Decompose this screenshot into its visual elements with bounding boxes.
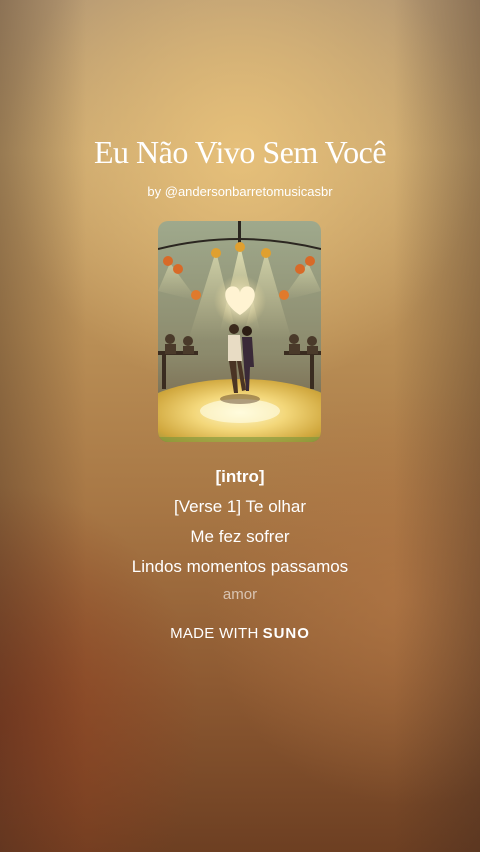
lyric-line: Lindos momentos passamos <box>131 557 349 576</box>
dancing-couple-artwork-icon <box>158 221 321 442</box>
lyric-line: [Verse 1] Te olhar <box>174 497 306 516</box>
made-with-suno-link[interactable]: MADE WITH SUNO <box>0 625 480 642</box>
song-title: Eu Não Vivo Sem Você <box>93 134 387 170</box>
lyrics-panel: [intro] [Verse 1] Te olhar Me fez sofrer… <box>0 462 480 608</box>
lyric-line: Me fez sofrer <box>190 527 290 546</box>
artist-byline[interactable]: by @andersonbarretomusicasbr <box>0 184 480 199</box>
lyric-line-upcoming: amor <box>222 586 258 603</box>
lyric-line-current: [intro] <box>215 467 265 486</box>
made-with-label: MADE WITH <box>170 625 259 642</box>
suno-logo: SUNO <box>262 625 310 642</box>
cover-art <box>158 221 321 442</box>
